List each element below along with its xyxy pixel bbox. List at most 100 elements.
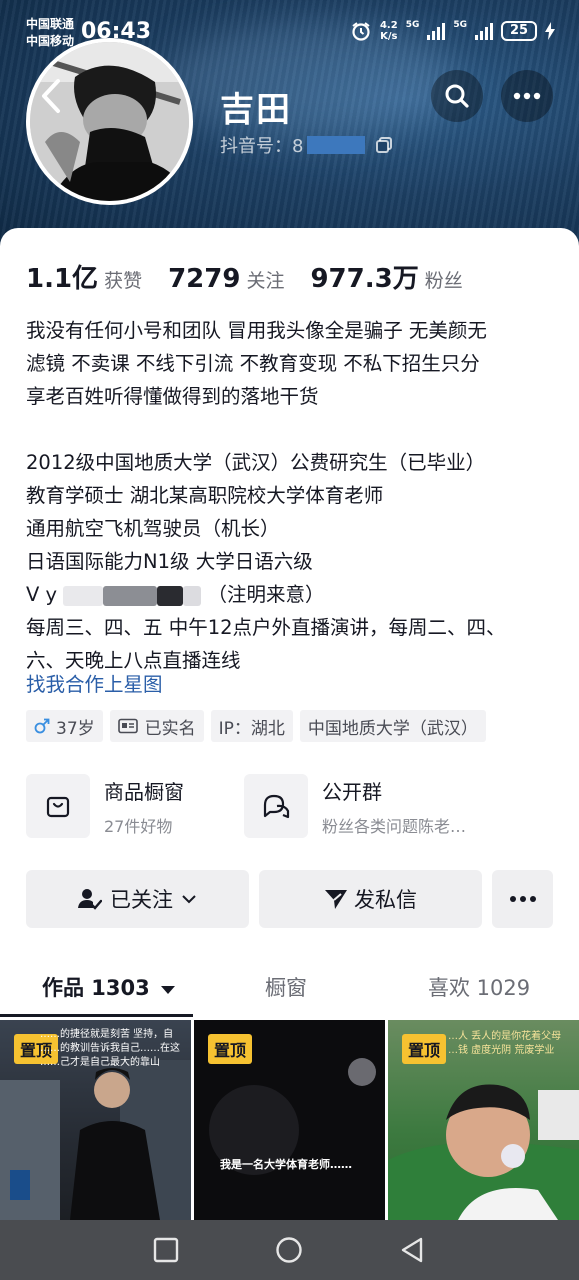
douyin-id-redaction [307, 136, 366, 154]
recent-apps-button[interactable] [153, 1237, 179, 1263]
bio-line: 每周三、四、五 中午12点户外直播演讲，每周二、四、 [26, 616, 506, 639]
more-button[interactable] [501, 70, 553, 122]
contact-redaction [63, 585, 104, 606]
avatar-photo [30, 42, 189, 201]
carrier-1: 中国联通 [26, 17, 75, 31]
pinned-badge: 置顶 [402, 1034, 447, 1064]
user-check-icon [78, 889, 102, 910]
showcase-title: 商品橱窗 [104, 779, 184, 804]
bio-line: 通用航空飞机驾驶员（机长） [26, 517, 280, 540]
signal-2-icon [475, 22, 493, 40]
age-text: 37岁 [56, 718, 95, 739]
group-subtitle: 粉丝各类问题陈老… [322, 816, 467, 836]
group-title: 公开群 [322, 779, 382, 804]
contact-suffix: （注明来意） [207, 583, 325, 606]
more-dots-icon [513, 92, 541, 100]
star-map-link[interactable]: 找我合作上星图 [26, 668, 163, 697]
verified-tag: 已实名 [109, 710, 204, 742]
profile-stats: 1.1亿 获赞 7279 关注 977.3万 粉丝 [26, 258, 489, 295]
carrier-labels: 中国联通 中国移动 [26, 16, 74, 50]
status-icons: 4.2 K/s 5G 5G 25 [350, 20, 555, 42]
ip-tag: IP：湖北 [210, 710, 293, 742]
video-caption: 我是一名大学体育老师…… [220, 1158, 352, 1171]
chevron-down-icon [182, 895, 196, 904]
search-button[interactable] [431, 70, 483, 122]
video-caption: ……己才是自己最大的靠山 [40, 1057, 160, 1068]
charging-icon [545, 22, 555, 40]
video-caption: …钱 虚度光阴 荒废学业 [448, 1045, 555, 1056]
content-tabs: 作品 1303 橱窗 喜欢 1029 [0, 966, 579, 1017]
send-message-label: 发私信 [354, 888, 417, 912]
more-actions-button[interactable] [492, 870, 553, 928]
signal-1-icon [427, 22, 446, 40]
bio-spacer [26, 413, 561, 446]
douyin-id[interactable]: 抖音号：8 [220, 132, 393, 158]
video-caption: …人 丢人的是你花着父母 [448, 1031, 562, 1042]
followed-button[interactable]: 已关注 [26, 870, 249, 928]
video-thumbnail[interactable]: 置顶 ……的捷径就是刻苦 坚持，自 ……的教训告诉我自己……在这 ……己才是自己… [0, 1020, 191, 1220]
following-label: 关注 [246, 270, 285, 292]
shop-bag-icon [26, 774, 90, 838]
followers-label: 粉丝 [424, 270, 463, 292]
bio-line: 日语国际能力N1级 大学日语六级 [26, 550, 313, 573]
search-icon [445, 84, 469, 108]
male-icon [34, 718, 50, 734]
video-thumbnail[interactable]: 置顶 …人 丢人的是你花着父母 …钱 虚度光阴 荒废学业 [388, 1020, 579, 1220]
video-caption: ……的捷径就是刻苦 坚持，自 [40, 1029, 174, 1040]
public-group-entry[interactable]: 公开群 粉丝各类问题陈老… [244, 774, 564, 838]
profile-card: 1.1亿 获赞 7279 关注 977.3万 粉丝 我没有任何小号和团队 冒用我… [0, 228, 579, 1280]
profile-name: 吉田 [220, 90, 292, 130]
bio-line: 我没有任何小号和团队 冒用我头像全是骗子 无美颜无 [26, 319, 487, 342]
video-grid: 置顶 ……的捷径就是刻苦 坚持，自 ……的教训告诉我自己……在这 ……己才是自己… [0, 1020, 579, 1220]
send-icon [325, 890, 347, 909]
carrier-2: 中国移动 [26, 34, 75, 48]
network-speed: 4.2 K/s [380, 20, 398, 42]
tab-active-indicator [0, 1014, 193, 1017]
followed-label: 已关注 [110, 888, 173, 912]
home-button[interactable] [275, 1236, 303, 1264]
alarm-icon [352, 22, 370, 41]
caret-down-icon [161, 986, 176, 994]
video-thumbnail[interactable]: 置顶 我是一名大学体育老师…… [194, 1020, 385, 1220]
tab-likes[interactable]: 喜欢 1029 [428, 972, 530, 1002]
profile-bio: 我没有任何小号和团队 冒用我头像全是骗子 无美颜无 滤镜 不卖课 不线下引流 不… [26, 314, 561, 677]
back-arrow-icon[interactable] [40, 78, 62, 114]
tab-works[interactable]: 作品 1303 [42, 972, 176, 1002]
system-navigation-bar [0, 1220, 579, 1280]
bio-line: 享老百姓听得懂做得到的落地干货 [26, 385, 319, 408]
tab-showcase[interactable]: 橱窗 [265, 972, 307, 1002]
profile-tags: 37岁 已实名 IP：湖北 中国地质大学（武汉） [26, 710, 486, 742]
more-dots-icon [509, 896, 536, 902]
likes-count[interactable]: 1.1亿 [26, 258, 98, 295]
bio-line: 滤镜 不卖课 不线下引流 不教育变现 不私下招生只分 [26, 352, 480, 375]
verified-text: 已实名 [144, 718, 196, 739]
send-message-button[interactable]: 发私信 [259, 870, 482, 928]
likes-label: 获赞 [104, 270, 143, 292]
speed-value: 4.2 [379, 20, 398, 31]
school-tag[interactable]: 中国地质大学（武汉） [299, 710, 486, 742]
following-count[interactable]: 7279 [168, 264, 240, 294]
battery-icon: 25 [501, 21, 537, 41]
network-type-1: 5G [405, 20, 420, 30]
speed-unit: K/s [380, 31, 398, 42]
age-tag: 37岁 [26, 710, 103, 742]
bio-line-contact: V y （注明来意） [26, 578, 561, 611]
product-showcase-entry[interactable]: 商品橱窗 27件好物 [26, 774, 266, 838]
network-type-2: 5G [453, 20, 467, 30]
pinned-badge: 置顶 [208, 1034, 253, 1064]
douyin-id-label: 抖音号：8 [220, 136, 304, 157]
profile-avatar[interactable] [26, 38, 193, 205]
copy-icon[interactable] [375, 136, 393, 154]
bio-line: 教育学硕士 湖北某高职院校大学体育老师 [26, 484, 384, 507]
contact-redaction [103, 585, 158, 606]
video-caption: ……的教训告诉我自己……在这 [40, 1043, 180, 1054]
id-card-icon [117, 718, 138, 734]
contact-redaction [157, 585, 184, 606]
contact-redaction [183, 585, 202, 606]
bio-line: 2012级中国地质大学（武汉）公费研究生（已毕业） [26, 451, 486, 474]
chat-group-icon [244, 774, 308, 838]
followers-count[interactable]: 977.3万 [310, 258, 418, 295]
showcase-subtitle: 27件好物 [104, 816, 173, 836]
back-button[interactable] [399, 1236, 425, 1264]
contact-prefix: V y [26, 583, 58, 606]
